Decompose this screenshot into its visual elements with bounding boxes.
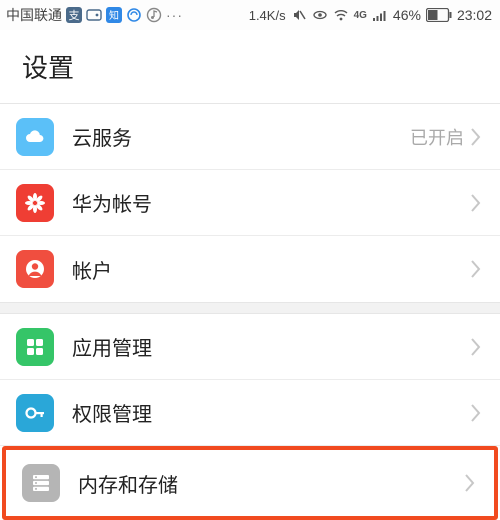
wallet-icon (86, 7, 102, 23)
settings-group-system: 应用管理 权限管理 (0, 314, 500, 520)
chevron-right-icon (464, 473, 478, 493)
huawei-icon (16, 184, 54, 222)
more-icon: ··· (166, 7, 183, 23)
page-title: 设置 (0, 30, 500, 104)
storage-icon (22, 464, 60, 502)
chevron-right-icon (470, 193, 484, 213)
status-right: 1.4K/s 4G 46% 23:02 (249, 7, 492, 23)
chevron-right-icon (470, 127, 484, 147)
clock: 23:02 (457, 7, 492, 23)
row-app-management[interactable]: 应用管理 (0, 314, 500, 380)
settings-group-account: 云服务 已开启 华为帐号 (0, 104, 500, 302)
row-label: 内存和存储 (78, 469, 464, 498)
row-value: 已开启 (410, 124, 464, 150)
highlight-storage: 内存和存储 (2, 446, 498, 520)
svg-text:知: 知 (109, 9, 119, 22)
eye-icon (312, 7, 328, 23)
status-bar: 中国联通 支 知 ··· 1.4K/s 4G 46% (0, 0, 500, 30)
carrier-label: 中国联通 (6, 5, 62, 25)
signal-icon (372, 7, 388, 23)
alipay-icon: 支 (66, 7, 82, 23)
net-speed: 1.4K/s (249, 8, 286, 23)
chevron-right-icon (470, 337, 484, 357)
apps-icon (16, 328, 54, 366)
status-left: 中国联通 支 知 ··· (6, 5, 183, 25)
battery-pct: 46% (393, 7, 421, 23)
battery-icon (426, 8, 452, 22)
chevron-right-icon (470, 403, 484, 423)
account-icon (16, 250, 54, 288)
cloud-icon (16, 118, 54, 156)
row-label: 云服务 (72, 122, 410, 151)
chevron-right-icon (470, 259, 484, 279)
row-label: 权限管理 (72, 398, 470, 427)
row-label: 华为帐号 (72, 188, 470, 217)
permissions-icon (16, 394, 54, 432)
svg-text:支: 支 (69, 9, 80, 22)
music-icon (146, 7, 162, 23)
row-permission-management[interactable]: 权限管理 (0, 380, 500, 446)
mute-icon (291, 7, 307, 23)
row-huawei-id[interactable]: 华为帐号 (0, 170, 500, 236)
row-label: 帐户 (72, 255, 470, 284)
row-storage[interactable]: 内存和存储 (6, 450, 494, 516)
row-accounts[interactable]: 帐户 (0, 236, 500, 302)
wifi-icon (333, 7, 349, 23)
net-type: 4G (354, 10, 367, 21)
cloud-sync-icon (126, 7, 142, 23)
zhi-icon: 知 (106, 7, 122, 23)
group-divider (0, 302, 500, 314)
row-cloud-service[interactable]: 云服务 已开启 (0, 104, 500, 170)
row-label: 应用管理 (72, 332, 470, 361)
